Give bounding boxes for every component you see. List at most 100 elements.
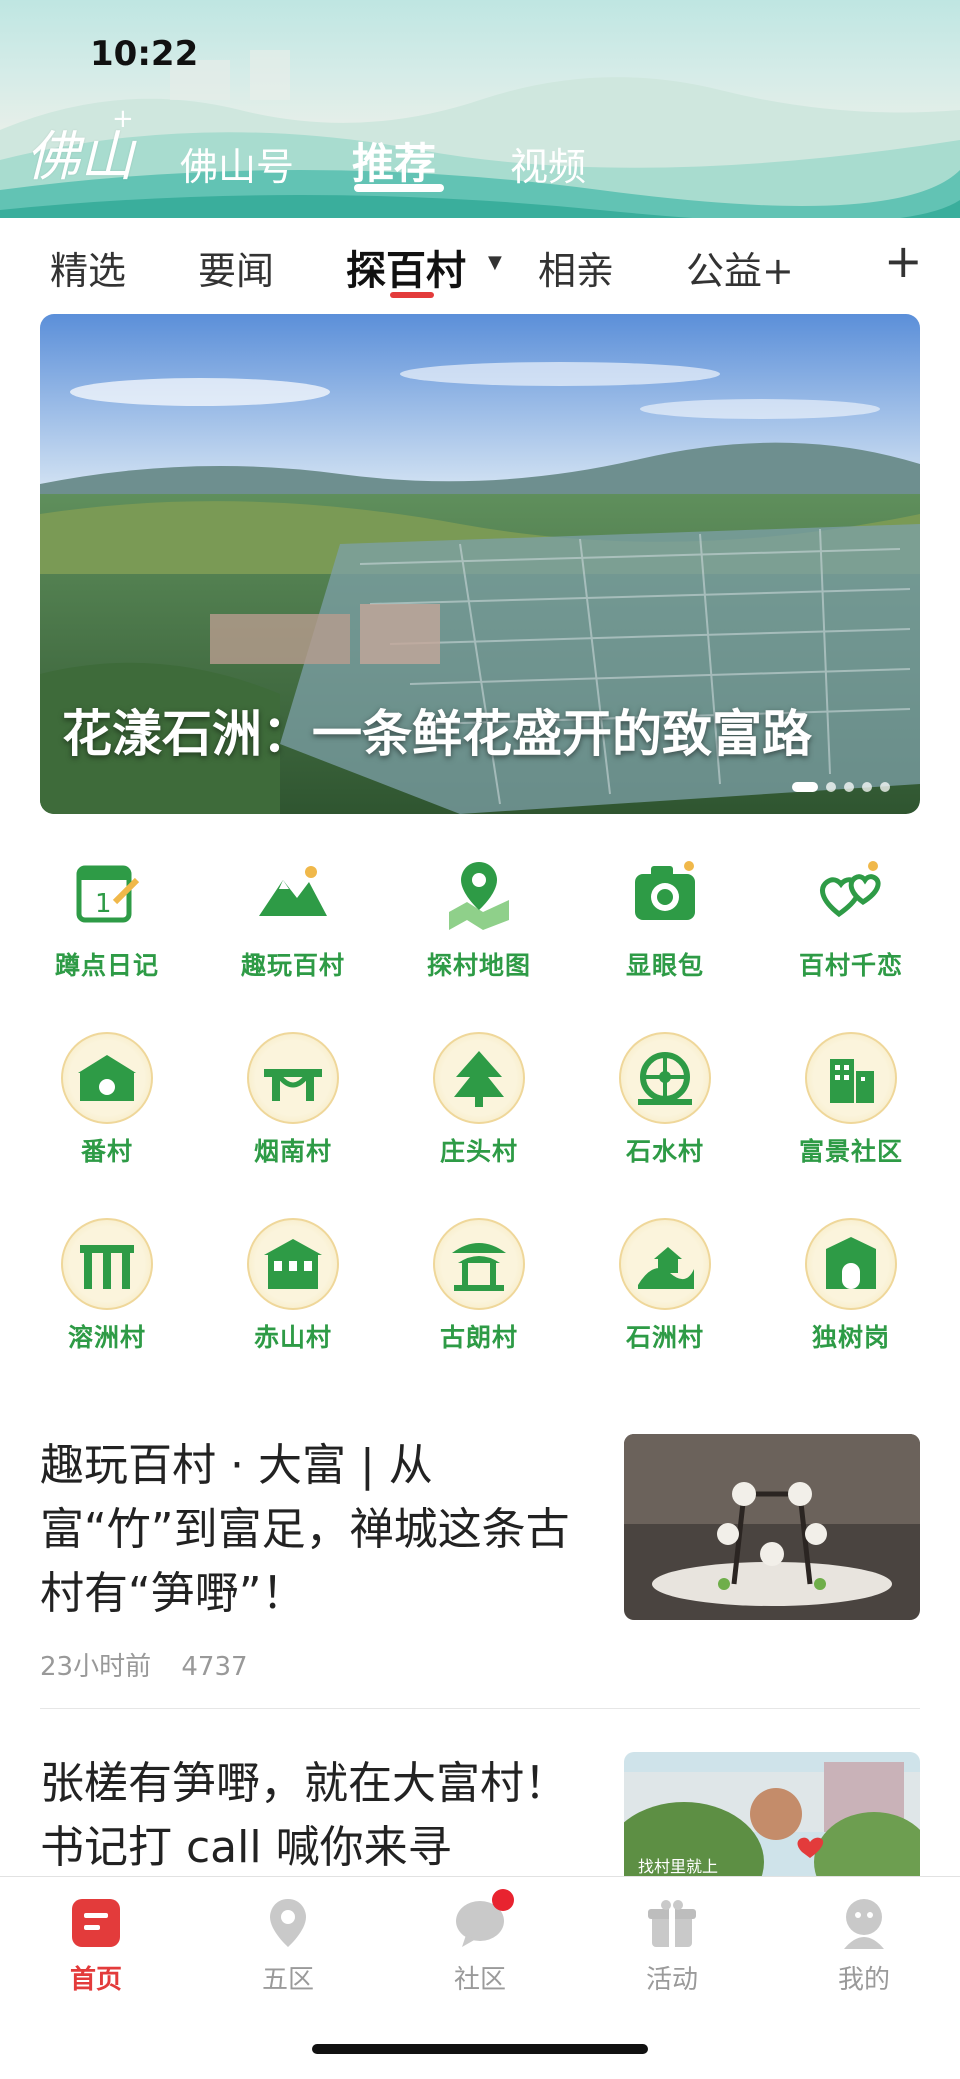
nav-community[interactable]: 社区 <box>420 1889 540 1996</box>
waterwheel-icon <box>619 1032 711 1124</box>
gift-icon <box>644 1895 700 1951</box>
grid-item-fujing-community[interactable]: 富景社区 <box>758 1032 944 1168</box>
grid-item-label: 独树岗 <box>811 1323 890 1352</box>
hall-icon <box>247 1218 339 1310</box>
hero-caption[interactable]: 花漾石洲：一条鲜花盛开的致富路 <box>62 694 812 766</box>
add-channel-icon[interactable]: + <box>884 234 923 288</box>
tab-foshan-hao[interactable]: 佛山号 <box>180 136 294 191</box>
news-time: 23小时前 <box>40 1652 152 1682</box>
nav-label: 活动 <box>645 1965 698 1995</box>
channel-active-indicator <box>390 292 434 298</box>
carousel-dot[interactable] <box>826 782 836 792</box>
carousel-dot[interactable] <box>792 782 818 792</box>
home-icon <box>68 1895 124 1951</box>
channel-villages[interactable]: 探百村 <box>346 238 466 296</box>
nav-label: 我的 <box>837 1965 890 1995</box>
grid-item-zhuangtou-village[interactable]: 庄头村 <box>386 1032 572 1168</box>
grid-item-label: 番村 <box>80 1137 133 1166</box>
svg-text:1: 1 <box>95 889 112 919</box>
grid-item-fun-villages[interactable]: 趣玩百村 <box>200 846 386 982</box>
news-title[interactable]: 趣玩百村 · 大富 | 从富“竹”到富足，禅城这条古村有“笋嘢”！ <box>40 1434 580 1626</box>
grid-item-village-love[interactable]: 百村千恋 <box>758 846 944 982</box>
news-views: 4737 <box>181 1652 248 1682</box>
grid-item-label: 庄头村 <box>439 1137 518 1166</box>
active-tab-indicator <box>354 184 444 192</box>
channel-bar: 精选 要闻 探百村 ▼ 相亲 公益+ + <box>0 218 960 310</box>
status-time: 10:22 <box>90 34 199 74</box>
news-card[interactable]: 张槎有笋嘢，就在大富村！书记打 call 喊你来寻 找村里就上 <box>40 1752 920 1876</box>
camera-icon <box>619 846 711 938</box>
grid-item-shizhou-village[interactable]: 石洲村 <box>572 1218 758 1354</box>
brand-plus: + <box>112 104 134 134</box>
channel-charity[interactable]: 公益+ <box>686 240 794 295</box>
grid-item-village-map[interactable]: 探村地图 <box>386 846 572 982</box>
grid-item-label: 富景社区 <box>798 1137 903 1166</box>
grid-item-spotlight[interactable]: 显眼包 <box>572 846 758 982</box>
nav-label: 五区 <box>261 1965 314 1995</box>
grid-item-yannan-village[interactable]: 烟南村 <box>200 1032 386 1168</box>
news-thumbnail-image <box>624 1434 920 1620</box>
nav-activities[interactable]: 活动 <box>612 1895 732 1996</box>
archway-icon <box>61 1218 153 1310</box>
hearts-icon <box>805 846 897 938</box>
home-indicator[interactable] <box>312 2044 648 2054</box>
grid-item-label: 石水村 <box>625 1137 704 1166</box>
news-title[interactable]: 张槎有笋嘢，就在大富村！书记打 call 喊你来寻 <box>40 1752 580 1876</box>
location-icon <box>260 1895 316 1951</box>
grid-item-dushugang[interactable]: 独树岗 <box>758 1218 944 1354</box>
carousel-dot[interactable] <box>880 782 890 792</box>
pavilion-icon <box>433 1218 525 1310</box>
nav-label: 首页 <box>69 1965 122 1995</box>
grid-item-chishan-village[interactable]: 赤山村 <box>200 1218 386 1354</box>
calendar-pen-icon: 1 <box>61 846 153 938</box>
grid-item-label: 百村千恋 <box>798 951 903 980</box>
chat-bubble-icon <box>452 1889 514 1951</box>
nav-label: 社区 <box>453 1965 506 1995</box>
news-thumbnail[interactable] <box>624 1434 920 1620</box>
thumbnail-caption: 找村里就上 <box>638 1857 718 1876</box>
carousel-dot[interactable] <box>862 782 872 792</box>
house-hill-icon <box>619 1218 711 1310</box>
carousel-pagination <box>792 782 890 792</box>
pine-tree-icon <box>433 1032 525 1124</box>
grid-item-label: 显眼包 <box>625 951 704 980</box>
grid-item-label: 探村地图 <box>426 951 531 980</box>
map-pin-icon <box>433 846 525 938</box>
hero-carousel[interactable]: 花漾石洲：一条鲜花盛开的致富路 <box>40 314 920 814</box>
tab-recommend[interactable]: 推荐 <box>352 130 436 191</box>
grid-item-shishui-village[interactable]: 石水村 <box>572 1032 758 1168</box>
grid-item-fan-village[interactable]: 番村 <box>14 1032 200 1168</box>
channel-featured[interactable]: 精选 <box>50 240 126 295</box>
grid-item-label: 烟南村 <box>253 1137 332 1166</box>
grid-item-label: 赤山村 <box>253 1323 332 1352</box>
profile-icon <box>836 1895 892 1951</box>
grid-item-rongzhou-village[interactable]: 溶洲村 <box>14 1218 200 1354</box>
carousel-dot[interactable] <box>844 782 854 792</box>
nav-home[interactable]: 首页 <box>36 1895 156 1996</box>
news-thumbnail[interactable]: 找村里就上 <box>624 1752 920 1876</box>
tower-gate-icon <box>805 1218 897 1310</box>
channel-news[interactable]: 要闻 <box>198 240 274 295</box>
channel-dating[interactable]: 相亲 <box>538 240 614 295</box>
news-divider <box>40 1708 920 1709</box>
grid-item-diary[interactable]: 1 蹲点日记 <box>14 846 200 982</box>
grid-item-label: 古朗村 <box>439 1323 518 1352</box>
village-gate-icon <box>61 1032 153 1124</box>
tab-video[interactable]: 视频 <box>510 136 586 191</box>
news-meta: 23小时前 4737 <box>40 1646 248 1683</box>
header-banner: 10:22 佛山 + 佛山号 推荐 视频 <box>0 0 960 218</box>
channel-dropdown-caret-icon[interactable]: ▼ <box>488 252 502 273</box>
bridge-icon <box>247 1032 339 1124</box>
building-icon <box>805 1032 897 1124</box>
nav-districts[interactable]: 五区 <box>228 1895 348 1996</box>
notification-badge <box>492 1889 514 1911</box>
grid-item-label: 溶洲村 <box>67 1323 146 1352</box>
grid-item-label: 蹲点日记 <box>54 951 159 980</box>
news-thumbnail-image: 找村里就上 <box>624 1752 920 1876</box>
news-card[interactable]: 趣玩百村 · 大富 | 从富“竹”到富足，禅城这条古村有“笋嘢”！ 23小时前 … <box>40 1434 920 1684</box>
grid-item-label: 趣玩百村 <box>240 951 345 980</box>
grid-item-label: 石洲村 <box>625 1323 704 1352</box>
grid-item-gulang-village[interactable]: 古朗村 <box>386 1218 572 1354</box>
nav-profile[interactable]: 我的 <box>804 1895 924 1996</box>
mountain-icon <box>247 846 339 938</box>
